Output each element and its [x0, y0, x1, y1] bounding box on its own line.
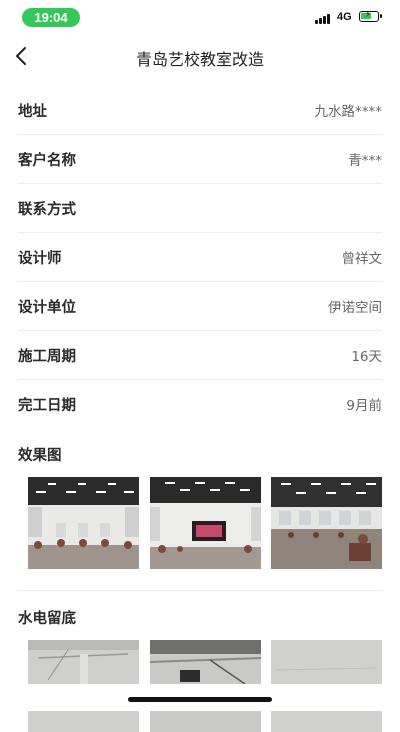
- detail-row-completion-date: 完工日期 9月前: [18, 380, 382, 428]
- rendering-image[interactable]: [28, 477, 139, 569]
- plumbing-section-title: 水电留底: [18, 611, 76, 627]
- network-type: 4G: [337, 11, 352, 23]
- detail-label: 联系方式: [18, 201, 76, 218]
- detail-label: 施工周期: [18, 348, 76, 365]
- detail-value: 曾祥文: [341, 251, 383, 267]
- detail-row-construction-period: 施工周期 16天: [18, 331, 382, 380]
- detail-row-designer: 设计师 曾祥文: [18, 233, 382, 282]
- detail-value: 青***: [348, 153, 382, 169]
- detail-label: 设计单位: [18, 299, 76, 316]
- detail-label: 地址: [18, 103, 47, 120]
- rendering-image[interactable]: [149, 477, 261, 569]
- detail-value: 九水路****: [314, 104, 383, 120]
- navigation-bar: 青岛艺校教室改造: [0, 38, 400, 74]
- renderings-gallery: [28, 477, 382, 569]
- detail-label: 设计师: [18, 250, 62, 267]
- section-divider: [18, 590, 382, 591]
- status-time: 19:04: [22, 8, 80, 27]
- detail-label: 完工日期: [18, 397, 76, 414]
- detail-value: 16天: [351, 349, 382, 365]
- detail-value: 9月前: [346, 398, 382, 414]
- status-bar: 19:04 4G ⚡: [0, 0, 400, 34]
- detail-row-customer: 客户名称 青***: [18, 135, 382, 184]
- detail-row-contact[interactable]: 联系方式: [18, 184, 382, 233]
- signal-icon: [315, 12, 333, 24]
- detail-value: 伊诺空间: [328, 300, 382, 316]
- page-title: 青岛艺校教室改造: [135, 50, 264, 69]
- detail-row-design-company: 设计单位 伊诺空间: [18, 282, 382, 331]
- renderings-section-title: 效果图: [18, 448, 62, 464]
- detail-label: 客户名称: [18, 152, 76, 169]
- home-indicator[interactable]: [128, 697, 272, 702]
- detail-list: 地址 九水路**** 客户名称 青*** 联系方式 设计师 曾祥文 设计单位 伊…: [18, 86, 382, 428]
- battery-icon: ⚡: [359, 10, 382, 22]
- detail-row-address: 地址 九水路****: [18, 86, 382, 135]
- rendering-image[interactable]: [271, 477, 382, 569]
